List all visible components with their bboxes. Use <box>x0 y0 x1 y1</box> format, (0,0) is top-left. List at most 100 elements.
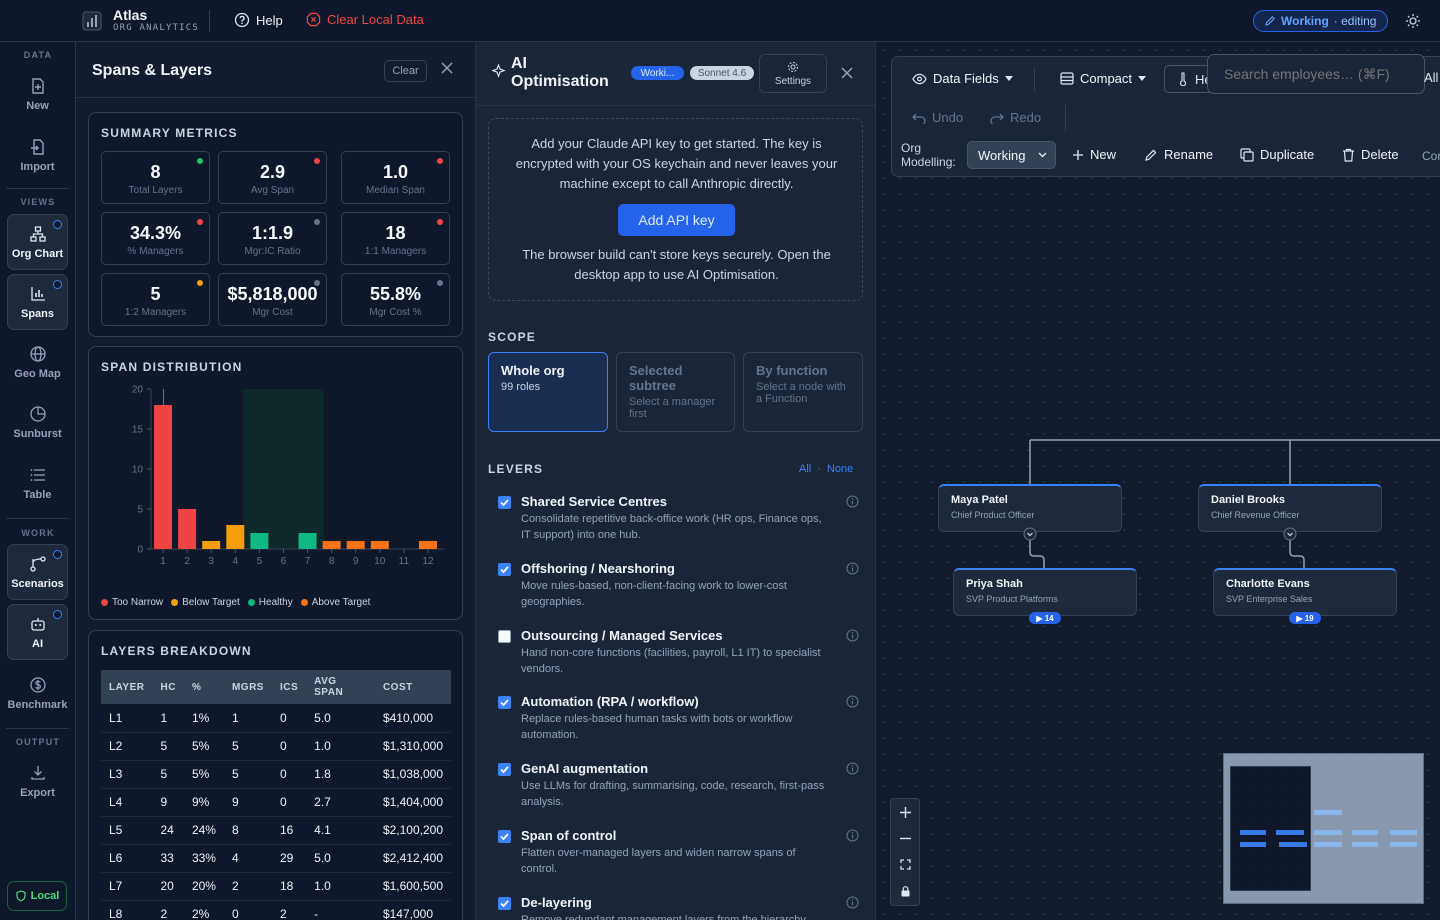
sidebar-item-spans[interactable]: Spans <box>7 274 68 330</box>
clear-button[interactable]: Clear <box>384 60 427 82</box>
close-icon[interactable] <box>840 66 854 80</box>
collapse-toggle-icon[interactable] <box>1283 527 1297 541</box>
layers-table: LAYER HC% MGRS ICS AVG SPAN COST L1 1 1% 1 0 5.0 $4… <box>101 670 451 920</box>
org-node[interactable]: Priya Shah SVP Product Platforms <box>953 568 1137 616</box>
clear-local-label: Clear Local Data <box>327 12 424 27</box>
theme-toggle-sun-icon[interactable] <box>1405 13 1421 29</box>
lever-checkbox[interactable] <box>498 763 511 776</box>
info-icon[interactable] <box>846 495 859 508</box>
select-all-link[interactable]: All <box>799 463 811 475</box>
node-name: Maya Patel <box>951 494 1008 506</box>
lever-item[interactable]: Automation (RPA / workflow) Replace rules… <box>498 694 868 754</box>
scope-whole-org[interactable]: Whole org 99 roles <box>488 352 608 432</box>
lever-item[interactable]: Span of control Flatten over-managed laye… <box>498 828 868 888</box>
lever-item[interactable]: Outsourcing / Managed Services Hand non-c… <box>498 628 868 688</box>
import-icon <box>30 138 44 155</box>
info-icon[interactable] <box>846 629 859 642</box>
metric-value: 55.8% <box>369 284 422 304</box>
help-button[interactable]: Help <box>234 12 283 28</box>
clear-local-data-button[interactable]: Clear Local Data <box>306 12 424 27</box>
help-icon <box>234 12 250 28</box>
local-storage-badge[interactable]: Local <box>7 881 67 911</box>
column-header[interactable]: % <box>183 670 224 704</box>
table-cell: $1,310,000 <box>374 732 451 761</box>
sidebar-item-sunburst[interactable]: Sunburst <box>7 394 68 450</box>
info-icon[interactable] <box>846 695 859 708</box>
sidebar-item-new[interactable]: New <box>7 66 68 122</box>
column-header[interactable]: ICS <box>271 670 307 704</box>
scope-by-function[interactable]: By function Select a node with a Functio… <box>743 352 863 432</box>
bar-chart-icon <box>30 286 45 301</box>
sidebar-item-table[interactable]: Table <box>7 455 68 511</box>
org-node[interactable]: Daniel Brooks Chief Revenue Officer <box>1198 484 1382 532</box>
info-icon[interactable] <box>846 762 859 775</box>
org-chart-canvas[interactable]: Data Fields Compact He Undo Redo Org Mod… <box>876 42 1440 920</box>
lock-icon[interactable] <box>901 886 910 897</box>
expand-count-badge[interactable]: ▶ 14 <box>1029 612 1061 624</box>
settings-button[interactable]: Settings <box>759 54 827 93</box>
lever-checkbox[interactable] <box>498 630 511 643</box>
panel-title: Spans & Layers <box>92 62 213 79</box>
info-icon[interactable] <box>846 896 859 909</box>
table-row[interactable]: L7 20 20% 2 18 1.0 $1,600,500 <box>101 872 451 901</box>
lever-item[interactable]: GenAI augmentation Use LLMs for drafting,… <box>498 761 868 821</box>
select-none-link[interactable]: None <box>827 463 853 475</box>
column-header[interactable]: COST <box>374 670 451 704</box>
lever-checkbox[interactable] <box>498 496 511 509</box>
sidebar-item-benchmark[interactable]: Benchmark <box>7 665 68 721</box>
sidebar-item-geo-map[interactable]: Geo Map <box>7 334 68 390</box>
add-api-key-button[interactable]: Add API key <box>618 204 735 236</box>
new-indicator <box>53 280 62 289</box>
sidebar-item-org-chart[interactable]: Org Chart <box>7 214 68 270</box>
lever-description: Consolidate repetitive back-office work … <box>521 513 822 541</box>
table-cell: 18 <box>271 872 307 901</box>
sidebar-item-export[interactable]: Export <box>7 753 68 809</box>
org-node[interactable]: Charlotte Evans SVP Enterprise Sales <box>1213 568 1397 616</box>
scope-selected-subtree[interactable]: Selected subtree Select a manager first <box>616 352 735 432</box>
table-cell: 0 <box>271 704 307 733</box>
lever-checkbox[interactable] <box>498 897 511 910</box>
sidebar-item-scenarios[interactable]: Scenarios <box>7 544 68 600</box>
table-cell: 5.0 <box>306 844 375 873</box>
lever-checkbox[interactable] <box>498 830 511 843</box>
legend-healthy: Healthy <box>247 597 293 608</box>
lever-item[interactable]: Offshoring / Nearshoring Move rules-based… <box>498 561 868 621</box>
sidebar-item-ai[interactable]: AI <box>7 604 68 660</box>
table-row[interactable]: L6 33 33% 4 29 5.0 $2,412,400 <box>101 844 451 873</box>
table-row[interactable]: L8 2 2% 0 2- $147,000 <box>101 900 451 920</box>
table-cell: 5 <box>223 760 272 789</box>
node-role: SVP Product Platforms <box>966 594 1058 604</box>
table-row[interactable]: L3 5 5% 5 0 1.8 $1,038,000 <box>101 760 451 789</box>
table-cell: 29 <box>271 844 307 873</box>
chart-legend: Too Narrow Below Target Healthy Above Ta… <box>101 597 370 608</box>
node-name: Charlotte Evans <box>1226 578 1310 590</box>
sidebar-item-import[interactable]: Import <box>7 127 68 183</box>
table-row[interactable]: L2 5 5% 5 0 1.0 $1,310,000 <box>101 732 451 761</box>
metric-label: 1:1 Managers <box>364 246 427 257</box>
lever-description: Replace rules-based human tasks with bot… <box>521 713 793 741</box>
info-icon[interactable] <box>846 829 859 842</box>
metric-value: 8 <box>150 162 161 182</box>
table-row[interactable]: L5 24 24% 8 16 4.1 $2,100,200 <box>101 816 451 845</box>
close-icon[interactable] <box>440 61 454 75</box>
lever-item[interactable]: De-layering Remove redundant management l… <box>498 895 868 920</box>
column-header[interactable]: MGRS <box>223 670 272 704</box>
org-node[interactable]: Maya Patel Chief Product Officer <box>938 484 1122 532</box>
lever-checkbox[interactable] <box>498 563 511 576</box>
minimap[interactable] <box>1223 753 1424 904</box>
expand-count-badge[interactable]: ▶ 19 <box>1289 612 1321 624</box>
column-header[interactable]: AVG SPAN <box>306 670 375 704</box>
metric-value: 18 <box>385 223 406 243</box>
lever-checkbox[interactable] <box>498 696 511 709</box>
collapse-toggle-icon[interactable] <box>1023 527 1037 541</box>
table-row[interactable]: L1 1 1% 1 0 5.0 $410,000 <box>101 704 451 733</box>
lever-item[interactable]: Shared Service Centres Consolidate repeti… <box>498 494 868 554</box>
fit-view-icon[interactable] <box>900 859 911 870</box>
table-row[interactable]: L4 9 9% 9 0 2.7 $1,404,000 <box>101 788 451 817</box>
info-icon[interactable] <box>846 562 859 575</box>
column-header[interactable]: LAYER <box>101 670 153 704</box>
column-header[interactable]: HC <box>152 670 184 704</box>
zoom-out-icon[interactable] <box>899 837 912 840</box>
mode-badge[interactable]: Working · editing <box>1253 10 1388 32</box>
zoom-in-icon[interactable] <box>899 806 912 819</box>
